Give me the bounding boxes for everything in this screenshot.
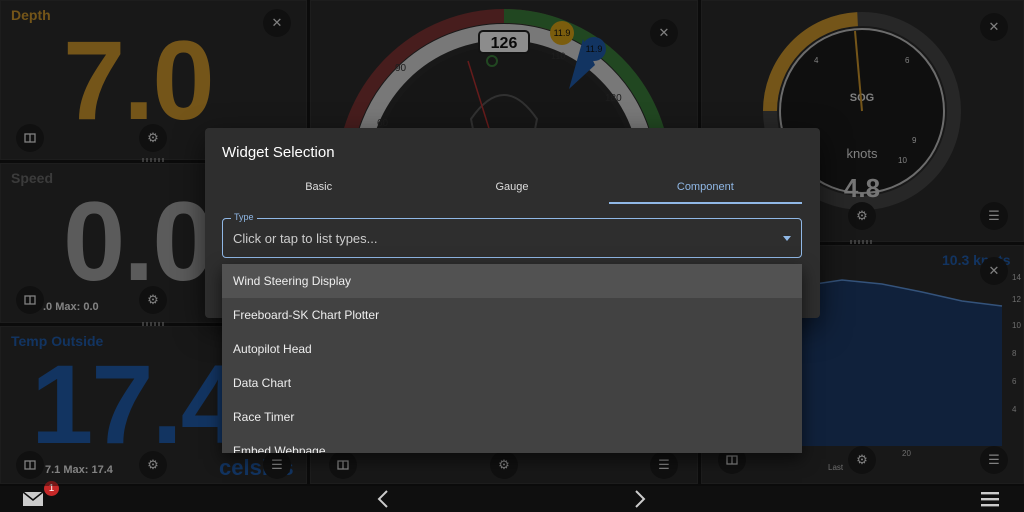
type-select-label: Type: [231, 212, 257, 222]
tab-gauge[interactable]: Gauge: [415, 172, 608, 204]
notifications-button[interactable]: [20, 489, 46, 509]
tab-basic[interactable]: Basic: [222, 172, 415, 204]
option-data-chart[interactable]: Data Chart: [222, 366, 802, 400]
chevron-left-icon: [377, 490, 388, 508]
option-autopilot-head[interactable]: Autopilot Head: [222, 332, 802, 366]
mail-icon: [22, 491, 44, 506]
bottom-bar: [0, 486, 1024, 512]
option-wind-steering-display[interactable]: Wind Steering Display: [222, 264, 802, 298]
option-embed-webpage[interactable]: Embed Webpage: [222, 434, 802, 453]
dropdown-arrow-icon: [783, 236, 791, 241]
type-options-list: Wind Steering Display Freeboard-SK Chart…: [222, 264, 802, 453]
chevron-right-icon: [635, 490, 646, 508]
type-select[interactable]: Type Click or tap to list types...: [222, 212, 802, 258]
dialog-title: Widget Selection: [222, 144, 335, 161]
option-freeboard-chart-plotter[interactable]: Freeboard-SK Chart Plotter: [222, 298, 802, 332]
main-menu-button[interactable]: [978, 489, 1002, 509]
next-page-button[interactable]: [629, 488, 651, 510]
option-race-timer[interactable]: Race Timer: [222, 400, 802, 434]
type-select-placeholder: Click or tap to list types...: [233, 231, 378, 246]
tab-component[interactable]: Component: [608, 172, 802, 204]
previous-page-button[interactable]: [372, 488, 394, 510]
menu-icon: [981, 492, 999, 507]
widget-type-tabs: Basic Gauge Component: [222, 172, 802, 204]
